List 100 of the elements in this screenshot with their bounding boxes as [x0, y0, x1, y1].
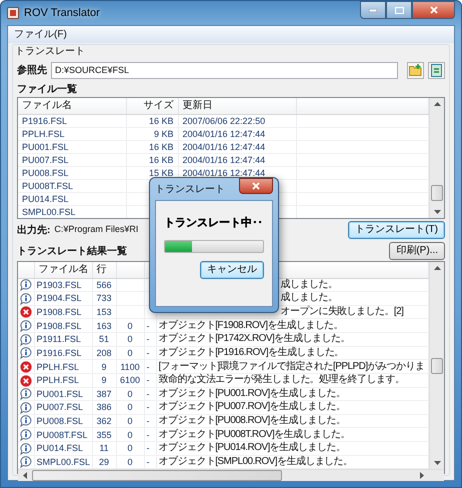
- table-cell: 386: [92, 400, 116, 414]
- table-cell: 163: [92, 318, 116, 332]
- scroll-right-arrow[interactable]: [420, 472, 424, 480]
- field-label: 参照先: [17, 64, 47, 78]
- app-icon: [7, 7, 19, 19]
- table-cell: 566: [92, 278, 116, 292]
- table-cell: P1904.FSL: [34, 292, 92, 306]
- section-title: ファイル一覧: [17, 82, 78, 97]
- info-icon: [20, 442, 32, 455]
- table-cell: PU007.FSL: [18, 153, 126, 166]
- info-icon: [20, 429, 32, 441]
- info-icon: [20, 320, 32, 332]
- vertical-scrollbar[interactable]: [429, 262, 444, 470]
- maximize-icon: [394, 6, 404, 14]
- cancel-button[interactable]: キャンセル: [200, 260, 264, 278]
- table-cell: -: [144, 332, 156, 346]
- table-cell: PPLH.FSL: [18, 127, 126, 140]
- table-cell: 16 KB: [126, 153, 178, 166]
- minimize-icon: [369, 8, 377, 12]
- close-button[interactable]: [412, 1, 455, 19]
- minimize-button[interactable]: [360, 1, 386, 19]
- table-cell: 362: [92, 414, 116, 428]
- info-icon: [20, 415, 32, 428]
- table-cell: オブジェクト[PU008.ROV]を生成しました。: [156, 414, 428, 428]
- table-cell: 0: [116, 428, 144, 442]
- table-cell: 2004/01/16 12:47:44: [178, 140, 296, 153]
- table-cell: PU008T.FSL: [18, 179, 126, 192]
- table-cell: 2007/06/06 22:22:50: [178, 114, 296, 127]
- table-cell: PU014.FSL: [34, 442, 92, 456]
- table-cell: 0: [116, 346, 144, 360]
- path-field[interactable]: D:¥SOURCE¥FSL: [51, 62, 398, 78]
- error-icon: [20, 374, 32, 386]
- table-cell: オブジェクト[F1908.ROV]を生成しました。: [156, 318, 428, 332]
- table-cell: 9: [92, 360, 116, 374]
- vertical-scrollbar[interactable]: [429, 98, 444, 218]
- table-cell: PU008T.FSL: [34, 428, 92, 442]
- table-cell: オブジェクト[PU007.ROV]を生成しました。: [156, 400, 428, 414]
- table-cell: 733: [92, 292, 116, 306]
- table-cell: 1100: [116, 360, 144, 374]
- table-cell: 2004/01/16 12:47:44: [178, 153, 296, 166]
- table-cell: PU001.FSL: [34, 387, 92, 401]
- table-cell: 355: [92, 428, 116, 442]
- info-icon: [20, 402, 32, 414]
- folder-icon: [409, 64, 422, 76]
- close-icon: [430, 6, 438, 14]
- table-cell: 387: [92, 387, 116, 401]
- browse-button[interactable]: [407, 62, 424, 78]
- scrollbar-thumb[interactable]: [32, 470, 282, 482]
- output-path: C:¥Program Files¥RI: [54, 223, 138, 236]
- table-cell: P1916.FSL: [18, 114, 126, 127]
- column-header[interactable]: 行: [92, 262, 116, 278]
- horizontal-scrollbar[interactable]: [18, 469, 444, 482]
- table-cell: 9: [92, 373, 116, 387]
- scrollbar-thumb[interactable]: [431, 184, 443, 201]
- table-cell: 致命的な文法エラーが発生しました。処理を終了します。: [156, 373, 428, 387]
- scroll-down-arrow[interactable]: [434, 461, 440, 466]
- menu-item[interactable]: ファイル(F): [12, 27, 69, 42]
- maximize-button[interactable]: [386, 1, 412, 19]
- table-cell: 11: [92, 442, 116, 456]
- refresh-button[interactable]: [428, 62, 445, 78]
- table-cell: [フォーマット]環境ファイルで指定された[PPLPD]がみつかりま: [156, 360, 428, 374]
- table-cell: P1903.FSL: [34, 278, 92, 292]
- table-cell: オブジェクト[PU014.ROV]を生成しました。: [156, 442, 428, 456]
- table-cell: 6100: [116, 373, 144, 387]
- table-cell: PU007.FSL: [34, 400, 92, 414]
- scroll-left-arrow[interactable]: [23, 472, 27, 480]
- scroll-up-arrow[interactable]: [434, 102, 440, 106]
- table-cell: オブジェクト[P1916.ROV]を生成しました。: [156, 346, 428, 360]
- table-cell: 0: [116, 387, 144, 401]
- table-cell: PU014.FSL: [18, 192, 126, 205]
- table-cell: P1911.FSL: [34, 332, 92, 346]
- progress-message: トランスレート中‥: [164, 216, 264, 231]
- table-cell: -: [144, 346, 156, 360]
- table-cell: 51: [92, 332, 116, 346]
- close-button[interactable]: [239, 178, 273, 194]
- table-cell: オブジェクト[P1742X.ROV]を生成しました。: [156, 332, 428, 346]
- column-header[interactable]: 更新日: [178, 98, 296, 114]
- table-cell: 153: [92, 305, 116, 319]
- translate-button[interactable]: トランスレート(T): [348, 221, 445, 239]
- table-cell: -: [144, 373, 156, 387]
- table-cell: -: [144, 387, 156, 401]
- table-cell: PU008.FSL: [34, 414, 92, 428]
- table-cell: PPLH.FSL: [34, 360, 92, 374]
- print-button[interactable]: 印刷(P)...: [389, 242, 445, 260]
- info-icon: [20, 292, 32, 305]
- table-cell: PPLH.FSL: [34, 373, 92, 387]
- info-icon: [20, 347, 32, 360]
- scroll-up-arrow[interactable]: [434, 266, 440, 270]
- table-cell: P1908.FSL: [34, 305, 92, 319]
- table-cell: P1908.FSL: [34, 318, 92, 332]
- column-header[interactable]: ファイル名: [34, 262, 92, 278]
- error-icon: [20, 360, 32, 373]
- info-icon: [20, 279, 32, 292]
- document-icon: [431, 64, 442, 76]
- scroll-down-arrow[interactable]: [434, 210, 440, 214]
- column-header[interactable]: ファイル名: [18, 98, 126, 114]
- scrollbar-thumb[interactable]: [431, 358, 443, 374]
- table-cell: 0: [116, 400, 144, 414]
- column-header[interactable]: サイズ: [126, 98, 178, 114]
- table-cell: -: [144, 318, 156, 332]
